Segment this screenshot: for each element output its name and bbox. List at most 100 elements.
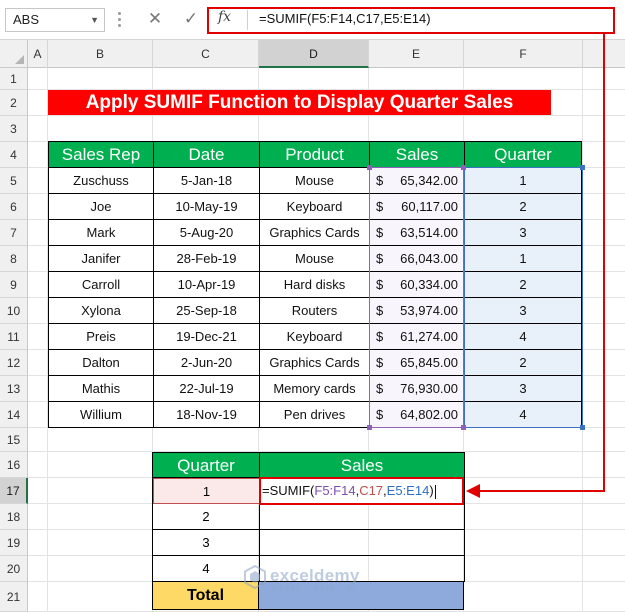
range-handle[interactable] bbox=[461, 425, 466, 430]
column-header-d[interactable]: D bbox=[259, 40, 369, 68]
table-cell-date[interactable]: 5-Jan-18 bbox=[154, 168, 260, 194]
summary-quarter-cell[interactable]: 1 bbox=[153, 478, 260, 504]
column-header-next[interactable] bbox=[583, 40, 625, 68]
summary-header-quarter[interactable]: Quarter bbox=[153, 453, 260, 478]
formula-ref-sales-quarter-range: F5:F14 bbox=[314, 483, 356, 498]
row-header-8[interactable]: 8 bbox=[0, 246, 28, 272]
table-cell-date[interactable]: 28-Feb-19 bbox=[154, 246, 260, 272]
summary-header-sales[interactable]: Sales bbox=[260, 453, 465, 478]
row-header-15[interactable]: 15 bbox=[0, 428, 28, 452]
table-cell-product[interactable]: Mouse bbox=[260, 168, 370, 194]
table-cell-product[interactable]: Graphics Cards bbox=[260, 220, 370, 246]
active-cell-editor[interactable]: =SUMIF(F5:F14,C17,E5:E14) bbox=[259, 477, 464, 505]
table-cell-rep[interactable]: Janifer bbox=[49, 246, 154, 272]
row-header-18[interactable]: 18 bbox=[0, 504, 28, 530]
range-handle[interactable] bbox=[367, 425, 372, 430]
range-handle[interactable] bbox=[580, 425, 585, 430]
table-cell-rep[interactable]: Preis bbox=[49, 324, 154, 350]
table-cell-rep[interactable]: Mark bbox=[49, 220, 154, 246]
text-cursor bbox=[434, 484, 436, 499]
column-header-a[interactable]: A bbox=[28, 40, 48, 68]
range-handle[interactable] bbox=[367, 165, 372, 170]
exceldemy-logo-icon bbox=[244, 564, 266, 590]
name-box-value: ABS bbox=[13, 12, 40, 27]
row-header-5[interactable]: 5 bbox=[0, 168, 28, 194]
table-cell-product[interactable]: Graphics Cards bbox=[260, 350, 370, 376]
row-header-1[interactable]: 1 bbox=[0, 68, 28, 90]
formula-suffix: ) bbox=[429, 483, 434, 498]
table-cell-product[interactable]: Memory cards bbox=[260, 376, 370, 402]
row-header-10[interactable]: 10 bbox=[0, 298, 28, 324]
table-cell-date[interactable]: 22-Jul-19 bbox=[154, 376, 260, 402]
range-handle[interactable] bbox=[461, 165, 466, 170]
summary-quarter-cell[interactable]: 2 bbox=[153, 504, 260, 530]
row-header-3[interactable]: 3 bbox=[0, 116, 28, 142]
table-cell-date[interactable]: 5-Aug-20 bbox=[154, 220, 260, 246]
table-cell-rep[interactable]: Dalton bbox=[49, 350, 154, 376]
header-sales[interactable]: Sales bbox=[370, 142, 465, 168]
table-cell-product[interactable]: Pen drives bbox=[260, 402, 370, 428]
table-cell-product[interactable]: Keyboard bbox=[260, 194, 370, 220]
enter-icon[interactable]: ✓ bbox=[180, 9, 202, 29]
table-cell-date[interactable]: 10-May-19 bbox=[154, 194, 260, 220]
table-cell-rep[interactable]: Carroll bbox=[49, 272, 154, 298]
summary-quarter-cell[interactable]: 3 bbox=[153, 530, 260, 556]
formula-bar: ABS ▼ ✕ ✓ fx =SUMIF(F5:F14,C17,E5:E14) bbox=[0, 0, 625, 40]
summary-table: Quarter Sales 1 2 3 4 bbox=[152, 452, 465, 582]
excel-window: ABS ▼ ✕ ✓ fx =SUMIF(F5:F14,C17,E5:E14) A… bbox=[0, 0, 625, 612]
column-header-e[interactable]: E bbox=[369, 40, 464, 68]
row-header-7[interactable]: 7 bbox=[0, 220, 28, 246]
table-cell-rep[interactable]: Mathis bbox=[49, 376, 154, 402]
table-cell-product[interactable]: Hard disks bbox=[260, 272, 370, 298]
header-quarter[interactable]: Quarter bbox=[465, 142, 582, 168]
row-header-14[interactable]: 14 bbox=[0, 402, 28, 428]
formula-ref-sum-range: E5:E14 bbox=[386, 483, 430, 498]
row-header-19[interactable]: 19 bbox=[0, 530, 28, 556]
row-header-13[interactable]: 13 bbox=[0, 376, 28, 402]
table-cell-product[interactable]: Routers bbox=[260, 298, 370, 324]
formula-prefix: =SUMIF( bbox=[262, 483, 315, 498]
watermark-tagline: EXCEL · DATA · BI bbox=[272, 586, 357, 593]
table-cell-date[interactable]: 10-Apr-19 bbox=[154, 272, 260, 298]
column-header-c[interactable]: C bbox=[153, 40, 259, 68]
header-sales-rep[interactable]: Sales Rep bbox=[49, 142, 154, 168]
table-cell-product[interactable]: Keyboard bbox=[260, 324, 370, 350]
table-cell-date[interactable]: 18-Nov-19 bbox=[154, 402, 260, 428]
table-cell-rep[interactable]: Willium bbox=[49, 402, 154, 428]
row-header-16[interactable]: 16 bbox=[0, 452, 28, 478]
name-box[interactable]: ABS ▼ bbox=[5, 8, 105, 32]
sheet-title[interactable]: Apply SUMIF Function to Display Quarter … bbox=[48, 90, 551, 115]
gridline bbox=[28, 115, 625, 116]
range-handle[interactable] bbox=[580, 165, 585, 170]
header-date[interactable]: Date bbox=[154, 142, 260, 168]
header-product[interactable]: Product bbox=[260, 142, 370, 168]
summary-sales-cell[interactable] bbox=[260, 530, 465, 556]
total-label[interactable]: Total bbox=[152, 582, 259, 610]
table-cell-rep[interactable]: Joe bbox=[49, 194, 154, 220]
summary-sales-cell[interactable] bbox=[260, 504, 465, 530]
table-cell-product[interactable]: Mouse bbox=[260, 246, 370, 272]
row-header-9[interactable]: 9 bbox=[0, 272, 28, 298]
select-all-corner[interactable] bbox=[0, 40, 28, 68]
row-header-20[interactable]: 20 bbox=[0, 556, 28, 582]
cancel-icon[interactable]: ✕ bbox=[144, 9, 166, 29]
drag-handle-icon[interactable] bbox=[118, 12, 122, 28]
row-header-11[interactable]: 11 bbox=[0, 324, 28, 350]
row-header-2[interactable]: 2 bbox=[0, 90, 28, 116]
column-header-b[interactable]: B bbox=[48, 40, 153, 68]
formula-highlight-box bbox=[207, 7, 615, 34]
table-cell-rep[interactable]: Xylona bbox=[49, 298, 154, 324]
column-header-f[interactable]: F bbox=[464, 40, 583, 68]
row-header-12[interactable]: 12 bbox=[0, 350, 28, 376]
row-header-4[interactable]: 4 bbox=[0, 142, 28, 168]
table-cell-rep[interactable]: Zuschuss bbox=[49, 168, 154, 194]
table-cell-date[interactable]: 25-Sep-18 bbox=[154, 298, 260, 324]
row-header-21[interactable]: 21 bbox=[0, 582, 28, 612]
sales-range-selection bbox=[369, 167, 464, 428]
chevron-down-icon[interactable]: ▼ bbox=[90, 9, 99, 31]
table-cell-date[interactable]: 19-Dec-21 bbox=[154, 324, 260, 350]
table-cell-date[interactable]: 2-Jun-20 bbox=[154, 350, 260, 376]
watermark-name: exceldemy bbox=[270, 566, 360, 585]
row-header-6[interactable]: 6 bbox=[0, 194, 28, 220]
row-header-17[interactable]: 17 bbox=[0, 478, 28, 504]
